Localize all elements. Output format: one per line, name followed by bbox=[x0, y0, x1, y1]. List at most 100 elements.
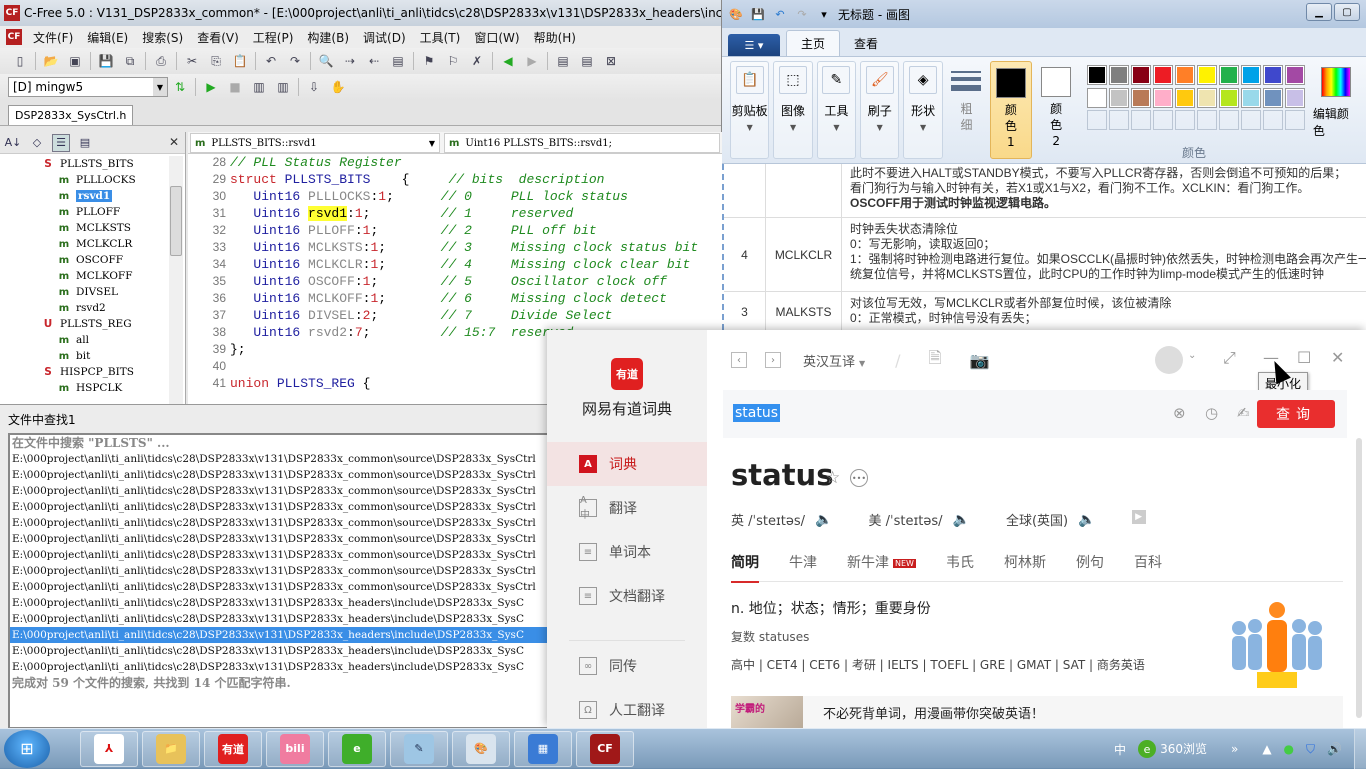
chevron-down-icon[interactable]: ⌄ bbox=[1188, 350, 1196, 361]
paint-canvas[interactable]: 此时不要进入HALT或STANDBY模式，不要写入PLLCR寄存器，否则会倒追不… bbox=[722, 164, 1366, 332]
palette-color[interactable] bbox=[1174, 65, 1195, 85]
palette-custom-slot[interactable] bbox=[1174, 110, 1195, 131]
tree-item[interactable]: S HISPCP_BITS bbox=[0, 364, 168, 380]
palette-color[interactable] bbox=[1174, 87, 1195, 108]
palette-color[interactable] bbox=[1240, 87, 1261, 108]
find-icon[interactable]: 🔍 bbox=[317, 52, 335, 70]
edit-colors-button[interactable]: 编辑颜色 bbox=[1313, 61, 1360, 159]
taskbar-app-control-panel[interactable]: ▦ bbox=[514, 730, 572, 767]
tree-item[interactable]: m all bbox=[0, 332, 168, 348]
doc-icon-2[interactable]: ▤ bbox=[578, 52, 596, 70]
symbol-select[interactable]: m Uint16 PLLSTS_BITS::rsvd1; bbox=[444, 133, 720, 153]
minimize-icon[interactable]: ▁ bbox=[1306, 3, 1332, 21]
avatar[interactable] bbox=[1155, 346, 1183, 374]
dictionary-tab[interactable]: 韦氏 bbox=[946, 552, 974, 582]
wechat-icon[interactable]: ● bbox=[1284, 742, 1294, 756]
menu-item[interactable]: 调试(D) bbox=[363, 29, 406, 46]
close-icon[interactable]: ✕ bbox=[1331, 348, 1344, 367]
taskbar-app-acrobat[interactable]: ⅄ bbox=[80, 730, 138, 767]
dictionary-tab[interactable]: 柯林斯 bbox=[1004, 552, 1046, 582]
dictionary-tab[interactable]: 例句 bbox=[1076, 552, 1104, 582]
taskbar-app-file-explorer[interactable]: 📁 bbox=[142, 730, 200, 767]
stop-icon[interactable]: ■ bbox=[226, 78, 244, 96]
palette-custom-slot[interactable] bbox=[1262, 110, 1283, 131]
find-result-row[interactable]: E:\000project\anli\ti_anli\tidcs\c28\DSP… bbox=[10, 579, 548, 595]
tree-item[interactable]: m DIVSEL bbox=[0, 284, 168, 300]
menu-item[interactable]: 工具(T) bbox=[420, 29, 461, 46]
speaker-icon[interactable]: 🔈 bbox=[1078, 512, 1095, 528]
palette-color[interactable] bbox=[1086, 87, 1107, 108]
sort-az-icon[interactable]: A↓ bbox=[4, 134, 22, 152]
find-result-row[interactable]: E:\000project\anli\ti_anli\tidcs\c28\DSP… bbox=[10, 483, 548, 499]
find-result-row[interactable]: E:\000project\anli\ti_anli\tidcs\c28\DSP… bbox=[10, 531, 548, 547]
ime-indicator[interactable]: 中 bbox=[1114, 741, 1126, 758]
forward-icon[interactable]: › bbox=[765, 352, 781, 368]
find-in-files-icon[interactable]: ▤ bbox=[389, 52, 407, 70]
save-icon[interactable]: 💾 bbox=[750, 6, 766, 22]
dictionary-tab[interactable]: 新牛津 NEW bbox=[847, 552, 916, 582]
class-tree-scrollbar[interactable] bbox=[169, 156, 183, 404]
cfree-menu-logo-icon[interactable]: CF bbox=[6, 29, 22, 45]
speaker-icon[interactable]: 🔈 bbox=[953, 512, 970, 528]
taskbar-app-notepad[interactable]: ✎ bbox=[390, 730, 448, 767]
menu-item[interactable]: 窗口(W) bbox=[474, 29, 519, 46]
menu-item[interactable]: 搜索(S) bbox=[142, 29, 183, 46]
palette-color[interactable] bbox=[1152, 65, 1173, 85]
palette-custom-slot[interactable] bbox=[1218, 110, 1239, 131]
paint-title-bar[interactable]: 🎨 💾 ↶ ↷ ▾ 无标题 - 画图 ▁ ▢ bbox=[722, 0, 1366, 28]
find-result-row[interactable]: E:\000project\anli\ti_anli\tidcs\c28\DSP… bbox=[10, 467, 548, 483]
speaker-icon[interactable]: 🔈 bbox=[815, 512, 832, 528]
palette-color[interactable] bbox=[1130, 65, 1151, 85]
doc-icon-1[interactable]: ▤ bbox=[554, 52, 572, 70]
tree-item[interactable]: m MCLKSTS bbox=[0, 220, 168, 236]
properties-icon[interactable]: ▤ bbox=[76, 134, 94, 152]
taskbar-app-youdao[interactable]: 有道 bbox=[204, 730, 262, 767]
find-next-icon[interactable]: ⇢ bbox=[341, 52, 359, 70]
clipboard-group[interactable]: 📋 剪贴板 ▼ bbox=[730, 61, 770, 159]
palette-color[interactable] bbox=[1218, 87, 1239, 108]
browser-tray-item[interactable]: e 360浏览 bbox=[1138, 740, 1219, 759]
menu-item[interactable]: 工程(P) bbox=[253, 29, 294, 46]
sidebar-item[interactable]: A中 翻译 bbox=[547, 486, 707, 530]
taskbar-app-bilibili[interactable]: bili bbox=[266, 730, 324, 767]
palette-custom-slot[interactable] bbox=[1130, 110, 1151, 131]
menu-item[interactable]: 帮助(H) bbox=[534, 29, 576, 46]
palette-custom-slot[interactable] bbox=[1108, 110, 1129, 131]
nav-forward-icon[interactable]: ▶ bbox=[523, 52, 541, 70]
tree-item[interactable]: m PLLLOCKS bbox=[0, 172, 168, 188]
more-icon[interactable]: ••• bbox=[850, 469, 868, 487]
volume-icon[interactable]: 🔊 bbox=[1327, 742, 1342, 756]
back-icon[interactable]: ‹ bbox=[731, 352, 747, 368]
expand-toolbar-icon[interactable]: » bbox=[1231, 742, 1238, 756]
customize-qat-icon[interactable]: ▾ bbox=[816, 6, 832, 22]
step-icon[interactable]: ⇩ bbox=[305, 78, 323, 96]
history-icon[interactable]: ◷ bbox=[1205, 404, 1218, 422]
tab-view[interactable]: 查看 bbox=[840, 31, 892, 56]
new-file-icon[interactable]: ▯ bbox=[11, 52, 29, 70]
color2-button[interactable]: 颜色 2 bbox=[1036, 61, 1077, 159]
sidebar-item[interactable]: Ω 人工翻译 bbox=[547, 688, 707, 732]
palette-color[interactable] bbox=[1152, 87, 1173, 108]
palette-color[interactable] bbox=[1196, 65, 1217, 85]
maximize-icon[interactable]: ▢ bbox=[1334, 3, 1360, 21]
find-result-row[interactable]: E:\000project\anli\ti_anli\tidcs\c28\DSP… bbox=[10, 595, 548, 611]
youdao-scrollbar[interactable] bbox=[1356, 438, 1362, 718]
menu-item[interactable]: 构建(B) bbox=[307, 29, 349, 46]
taskbar-app-360-browser[interactable]: e bbox=[328, 730, 386, 767]
tree-item[interactable]: m bit bbox=[0, 348, 168, 364]
chevron-down-icon[interactable]: ▼ bbox=[429, 139, 435, 148]
document-icon[interactable]: 🗎 bbox=[929, 347, 942, 374]
palette-custom-slot[interactable] bbox=[1284, 110, 1305, 131]
paste-icon[interactable]: 📋 bbox=[231, 52, 249, 70]
security-shield-icon[interactable]: ⛉ bbox=[1306, 742, 1315, 757]
tree-item[interactable]: S PLLSTS_BITS bbox=[0, 156, 168, 172]
palette-color[interactable] bbox=[1262, 65, 1283, 85]
palette-color[interactable] bbox=[1086, 65, 1107, 85]
shapes-group[interactable]: ◈ 形状 ▼ bbox=[903, 61, 943, 159]
translation-mode-select[interactable]: 英汉互译 ▼ bbox=[803, 351, 865, 370]
dictionary-tab[interactable]: 牛津 bbox=[789, 552, 817, 582]
star-icon[interactable]: ☆ bbox=[825, 468, 840, 488]
dictionary-tab[interactable]: 简明 bbox=[731, 552, 759, 583]
palette-color[interactable] bbox=[1284, 87, 1305, 108]
taskbar-app-paint[interactable]: 🎨 bbox=[452, 730, 510, 767]
